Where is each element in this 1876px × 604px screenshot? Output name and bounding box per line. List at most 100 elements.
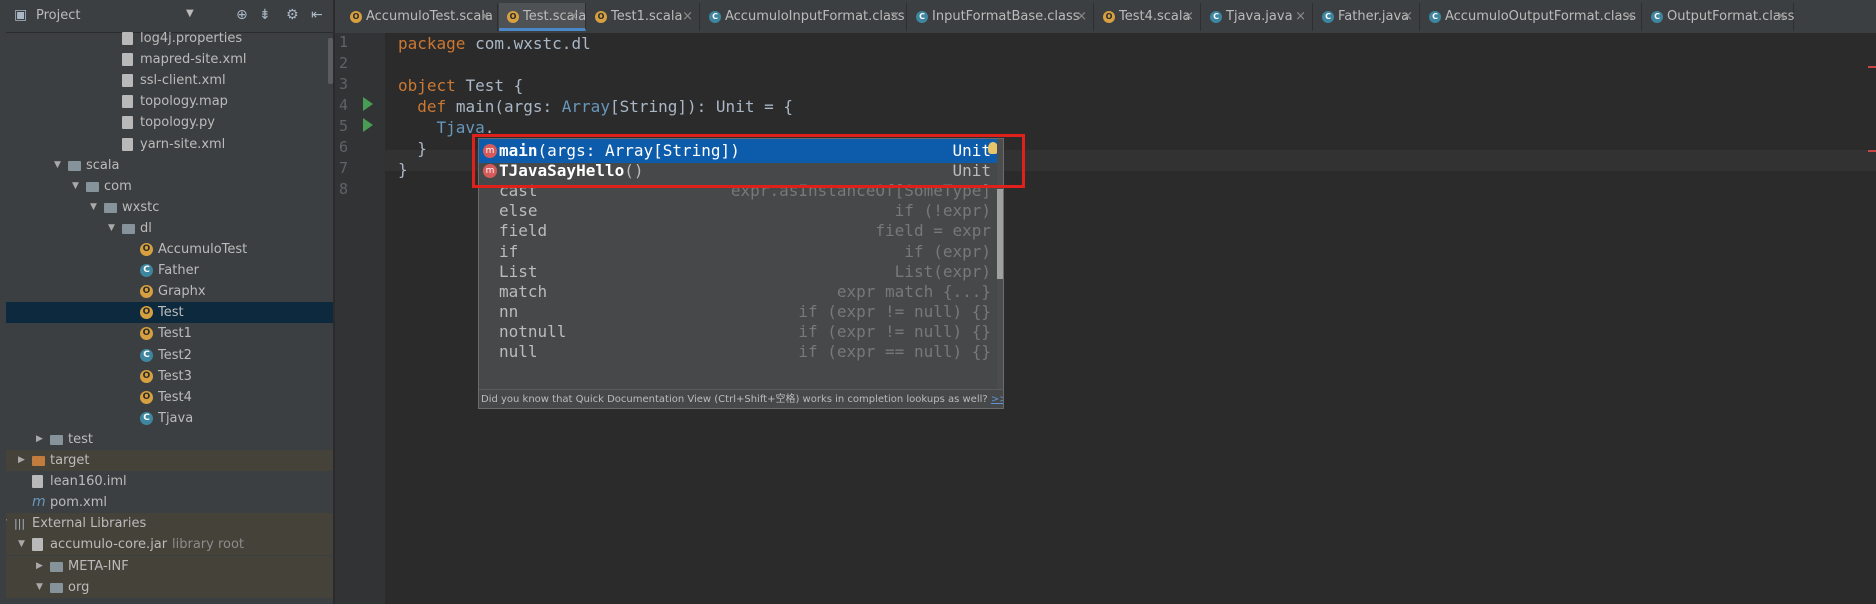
- tree-item[interactable]: m pom.xml: [6, 492, 333, 513]
- error-stripe-marker[interactable]: [1868, 66, 1876, 68]
- editor-tab-bar: O AccumuloTest.scala × O Test.scala × O Test1.s…: [335, 0, 1876, 34]
- expand-arrow-icon[interactable]: ▼: [72, 176, 79, 197]
- tree-item[interactable]: O Test4: [6, 387, 333, 408]
- completion-scroll-thumb[interactable]: [997, 189, 1003, 279]
- completion-tip-link[interactable]: >> π: [991, 394, 1003, 405]
- class-icon: C: [1322, 11, 1334, 23]
- expand-arrow-icon[interactable]: ▼: [108, 218, 115, 239]
- editor-tab[interactable]: C Father.java ×: [1314, 3, 1420, 31]
- collapse-arrow-icon[interactable]: ▶: [36, 429, 43, 450]
- editor-tab-label: Tjava.java: [1226, 9, 1293, 24]
- close-icon[interactable]: ×: [1183, 3, 1194, 31]
- collapse-all-icon[interactable]: ⇟: [259, 7, 271, 23]
- expand-arrow-icon[interactable]: ▼: [90, 197, 97, 218]
- collapse-arrow-icon[interactable]: ▶: [36, 556, 43, 577]
- editor-tab[interactable]: O AccumuloTest.scala ×: [342, 3, 498, 31]
- close-icon[interactable]: ×: [889, 3, 900, 31]
- tree-item[interactable]: ▼ org: [6, 576, 333, 598]
- tree-item[interactable]: O Test3: [6, 366, 333, 387]
- editor-tab-label: Test4.scala: [1119, 9, 1191, 24]
- line-number: 4: [339, 96, 349, 114]
- tree-item[interactable]: ssl-client.xml: [6, 70, 333, 91]
- tree-item[interactable]: topology.py: [6, 112, 333, 133]
- hide-panel-icon[interactable]: ⇤: [311, 7, 323, 23]
- editor-tab[interactable]: O Test1.scala ×: [587, 3, 700, 31]
- tree-item[interactable]: ▶ test: [6, 429, 333, 450]
- close-icon[interactable]: ×: [682, 3, 693, 31]
- error-stripe-marker[interactable]: [1868, 150, 1876, 152]
- close-icon[interactable]: ×: [1295, 3, 1306, 31]
- tree-item[interactable]: ▼ ||| External Libraries: [6, 513, 333, 535]
- completion-item[interactable]: null if (expr == null) {}: [479, 340, 997, 364]
- project-panel-title[interactable]: Project: [36, 8, 80, 23]
- class-icon: C: [1429, 11, 1441, 23]
- class-icon: C: [140, 264, 153, 278]
- editor-tab[interactable]: C OutputFormat.class ×: [1643, 3, 1794, 31]
- tree-item[interactable]: ▼ com: [6, 176, 333, 197]
- tree-item[interactable]: O Test: [6, 302, 333, 324]
- tree-item-label: pom.xml: [50, 495, 107, 511]
- tree-item-label: topology.map: [140, 94, 228, 110]
- line-number: 3: [339, 75, 349, 93]
- editor-tab[interactable]: O Test4.scala ×: [1095, 3, 1201, 31]
- editor-tab[interactable]: C AccumuloOutputFormat.class ×: [1421, 3, 1642, 31]
- tree-item-label: com: [104, 178, 132, 194]
- close-icon[interactable]: ×: [1402, 3, 1413, 31]
- tree-item[interactable]: mapred-site.xml: [6, 49, 333, 70]
- expand-arrow-icon[interactable]: ▼: [36, 577, 43, 598]
- close-icon[interactable]: ×: [1624, 3, 1635, 31]
- tree-item[interactable]: ▼ accumulo-core.jar library root: [6, 534, 333, 556]
- editor-tab[interactable]: C InputFormatBase.class ×: [908, 3, 1094, 31]
- properties-file-icon: [122, 32, 133, 45]
- tree-item[interactable]: lean160.iml: [6, 471, 333, 492]
- tree-item-label: Test1: [158, 326, 192, 342]
- tree-item[interactable]: C Test2: [6, 345, 333, 366]
- tree-item[interactable]: ▶ META-INF: [6, 555, 333, 577]
- class-icon: C: [140, 348, 153, 362]
- package-icon: [86, 181, 99, 192]
- gear-icon[interactable]: ⚙: [286, 7, 299, 23]
- tree-item-label: Test2: [158, 347, 192, 363]
- expand-arrow-icon[interactable]: ▼: [6, 513, 7, 534]
- tree-item-label: Test: [158, 305, 184, 321]
- expand-arrow-icon[interactable]: ▼: [54, 155, 61, 176]
- tree-item[interactable]: ▶ target: [6, 450, 333, 471]
- tree-item[interactable]: yarn-site.xml: [6, 134, 333, 155]
- editor-tab[interactable]: O Test.scala ×: [499, 3, 586, 31]
- editor-tab[interactable]: C Tjava.java ×: [1202, 3, 1313, 31]
- package-icon: [104, 202, 117, 213]
- expand-arrow-icon[interactable]: ▼: [18, 534, 25, 555]
- tree-item[interactable]: log4j.properties: [6, 28, 333, 49]
- tree-item[interactable]: ▼ wxstc: [6, 197, 333, 218]
- tree-item[interactable]: C Tjava: [6, 408, 333, 429]
- close-icon[interactable]: ×: [1776, 3, 1787, 31]
- tree-item[interactable]: ▼ scala: [6, 155, 333, 176]
- tree-item[interactable]: topology.map: [6, 91, 333, 112]
- code-line: object Test {: [398, 76, 524, 95]
- scala-object-icon: O: [140, 285, 153, 299]
- tree-item-label: yarn-site.xml: [140, 136, 226, 152]
- run-object-icon[interactable]: [363, 97, 373, 111]
- tree-item[interactable]: O Test1: [6, 323, 333, 344]
- close-icon[interactable]: ×: [1076, 3, 1087, 31]
- folder-icon: [68, 160, 81, 171]
- close-icon[interactable]: ×: [568, 3, 579, 31]
- libraries-icon: |||: [14, 517, 26, 531]
- file-icon: [122, 95, 133, 109]
- run-main-icon[interactable]: [363, 118, 373, 132]
- python-file-icon: [122, 116, 133, 130]
- tree-item[interactable]: O Graphx: [6, 281, 333, 302]
- iml-file-icon: [32, 475, 43, 489]
- sync-icon[interactable]: ⊕: [236, 7, 248, 23]
- editor-tab[interactable]: C AccumuloInputFormat.class ×: [701, 3, 907, 31]
- collapse-arrow-icon[interactable]: ▶: [18, 450, 25, 471]
- code-line: def main(args: Array[String]): Unit = {: [417, 97, 793, 116]
- tree-item[interactable]: O AccumuloTest: [6, 239, 333, 260]
- tree-item[interactable]: ▼ dl: [6, 218, 333, 239]
- chevron-down-icon[interactable]: ▼: [186, 8, 194, 19]
- tree-item[interactable]: C Father: [6, 260, 333, 281]
- completion-tip-text: Did you know that Quick Documentation Vi…: [481, 394, 988, 405]
- folder-icon: [50, 561, 63, 572]
- editor-tab-label: AccumuloTest.scala: [366, 9, 493, 24]
- close-icon[interactable]: ×: [480, 3, 491, 31]
